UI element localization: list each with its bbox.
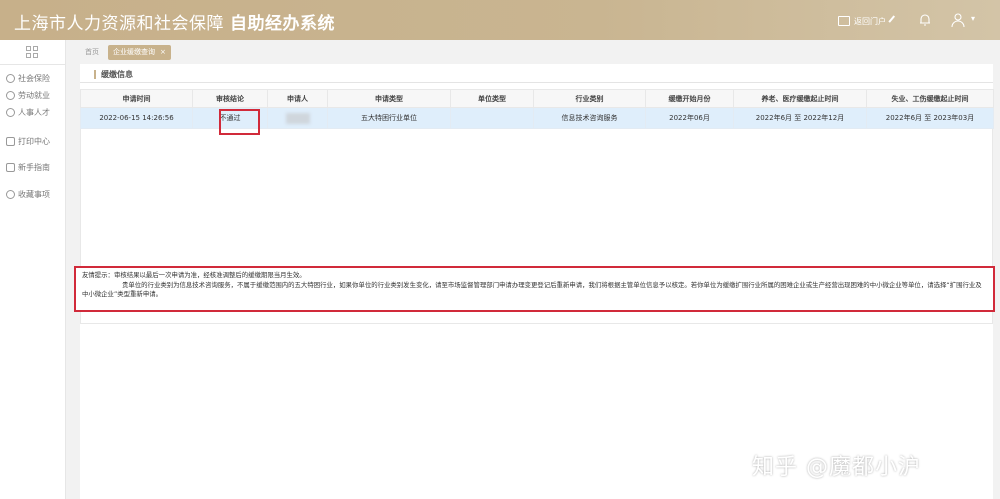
- sidebar-item-label: 收藏事项: [18, 189, 50, 199]
- sidebar-item-talent[interactable]: 人事人才: [6, 104, 50, 120]
- star-icon: [6, 189, 15, 199]
- chevron-down-icon[interactable]: ▾: [971, 14, 975, 23]
- cell-industry: 信息技术咨询服务: [533, 107, 646, 129]
- col-unit-type: 单位类型: [450, 89, 534, 108]
- col-apply-time: 申请时间: [80, 89, 193, 108]
- sidebar-item-print-center[interactable]: 打印中心: [6, 133, 50, 149]
- tip-line-1: 友情提示：审核结果以最后一次申请为准，经核准调整后的缓缴期限当月生效。: [82, 271, 306, 279]
- table-row[interactable]: 2022-06-15 14:26:56 不通过 五大特困行业单位 信息技术咨询服…: [80, 107, 994, 129]
- tip-highlight-box: 友情提示：审核结果以最后一次申请为准，经核准调整后的缓缴期限当月生效。 贵单位的…: [74, 266, 995, 312]
- col-applicant: 申请人: [267, 89, 328, 108]
- people-icon: [6, 107, 15, 117]
- sidebar-item-guide[interactable]: 新手指南: [6, 159, 50, 175]
- cell-applicant: [267, 107, 328, 129]
- tab-deferral-query[interactable]: 企业缓缴查询 ×: [108, 45, 171, 60]
- tab-home[interactable]: 首页: [80, 45, 104, 60]
- sidebar-item-social-insurance[interactable]: 社会保险: [6, 70, 50, 86]
- monitor-icon: [838, 16, 850, 26]
- sidebar-item-label: 人事人才: [18, 107, 50, 117]
- cell-apply-type: 五大特困行业单位: [327, 107, 451, 129]
- col-apply-type: 申请类型: [327, 89, 451, 108]
- tab-bar: 首页 企业缓缴查询 ×: [66, 40, 1000, 64]
- sidebar-item-label: 新手指南: [18, 162, 50, 172]
- cell-apply-time: 2022-06-15 14:26:56: [80, 107, 193, 129]
- printer-icon: [6, 136, 15, 146]
- col-pension-period: 养老、医疗缓缴起止时间: [733, 89, 867, 108]
- sidebar-item-label: 劳动就业: [18, 90, 50, 100]
- col-start-month: 缓缴开始月份: [645, 89, 734, 108]
- cell-unit-type: [450, 107, 534, 129]
- user-avatar-icon[interactable]: [950, 12, 966, 28]
- shield-icon: [6, 73, 15, 83]
- tip-line-2: 贵单位的行业类别为信息技术咨询服务，不属于缓缴范围内的五大特困行业，如果你单位的…: [82, 280, 982, 299]
- table-header-row: 申请时间 审核结论 申请人 申请类型 单位类型 行业类别 缓缴开始月份 养老、医…: [80, 89, 994, 108]
- grid-menu-icon[interactable]: [26, 46, 38, 58]
- sidebar-item-label: 打印中心: [18, 136, 50, 146]
- sidebar: 社会保险 劳动就业 人事人才 打印中心 新手指南 收藏事项: [0, 40, 66, 499]
- watermark: 知乎 @魔都小沪: [752, 455, 921, 480]
- tab-label: 企业缓缴查询: [113, 48, 155, 56]
- app-title: 上海市人力资源和社会保障 自助经办系统: [14, 9, 335, 34]
- deferral-table: 申请时间 审核结论 申请人 申请类型 单位类型 行业类别 缓缴开始月份 养老、医…: [80, 89, 994, 129]
- bell-icon[interactable]: [918, 13, 932, 27]
- portal-link[interactable]: 返回门户: [838, 13, 900, 29]
- book-icon: [6, 162, 15, 172]
- top-header: 上海市人力资源和社会保障 自助经办系统 返回门户 ▾: [0, 0, 1000, 40]
- col-unemployment-period: 失业、工伤缓缴起止时间: [866, 89, 994, 108]
- cell-pension-period: 2022年6月 至 2022年12月: [733, 107, 867, 129]
- sidebar-item-employment[interactable]: 劳动就业: [6, 87, 50, 103]
- person-icon: [6, 90, 15, 100]
- friendly-tip: 友情提示：审核结果以最后一次申请为准，经核准调整后的缓缴期限当月生效。 贵单位的…: [82, 271, 987, 300]
- app-title-sub: 自助经办系统: [230, 14, 335, 34]
- app-title-main: 上海市人力资源和社会保障: [14, 14, 224, 34]
- portal-label: 返回门户: [854, 16, 886, 26]
- sidebar-item-label: 社会保险: [18, 73, 50, 83]
- panel-title: 缓缴信息: [94, 70, 133, 79]
- col-industry: 行业类别: [533, 89, 646, 108]
- cell-start-month: 2022年06月: [645, 107, 734, 129]
- pencil-icon: [888, 15, 900, 27]
- redacted-name: [285, 112, 310, 124]
- result-highlight-box: [219, 109, 260, 135]
- cell-unemployment-period: 2022年6月 至 2023年03月: [866, 107, 994, 129]
- sidebar-item-favorites[interactable]: 收藏事项: [6, 186, 50, 202]
- panel-divider: [80, 82, 993, 83]
- close-icon[interactable]: ×: [160, 48, 166, 56]
- col-result: 审核结论: [192, 89, 268, 108]
- sidebar-divider: [0, 64, 66, 65]
